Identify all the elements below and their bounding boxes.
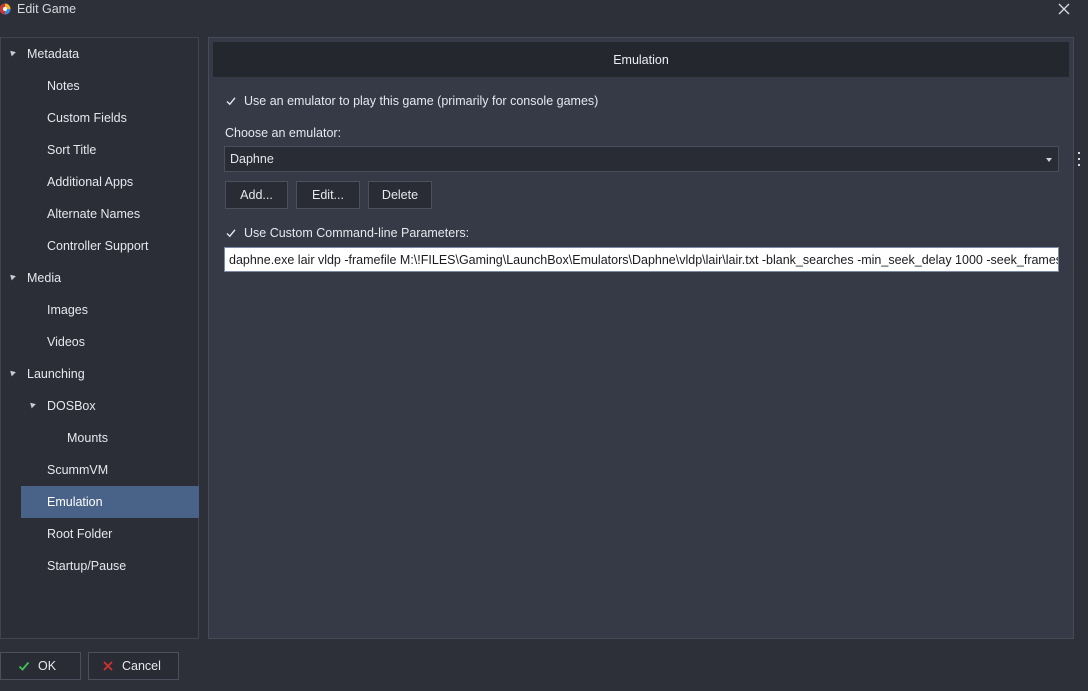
window-title: Edit Game [17, 2, 77, 16]
expand-arrow-icon[interactable] [8, 272, 16, 281]
emulation-panel: Emulation Use an emulator to play this g… [208, 37, 1074, 639]
sidebar-item-label: Alternate Names [47, 207, 141, 221]
sidebar-item-additional-apps[interactable]: Additional Apps [21, 166, 199, 198]
sidebar-item-media[interactable]: Media [1, 262, 198, 294]
sidebar-item-label: Additional Apps [47, 175, 134, 189]
title-bar: Edit Game [0, 0, 1088, 36]
sidebar-item-videos[interactable]: Videos [21, 326, 199, 358]
sidebar-item-startup-pause[interactable]: Startup/Pause [21, 550, 199, 582]
sidebar-item-mounts[interactable]: Mounts [41, 422, 199, 454]
sidebar-item-label: Media [27, 271, 62, 285]
choose-emulator-label: Choose an emulator: [225, 126, 342, 140]
custom-params-checkbox[interactable]: Use Custom Command-line Parameters: [225, 224, 469, 242]
sidebar-item-label: Sort Title [47, 143, 97, 157]
sidebar-item-label: DOSBox [47, 399, 96, 413]
sidebar-item-scummvm[interactable]: ScummVM [21, 454, 199, 486]
sidebar-item-notes[interactable]: Notes [21, 70, 199, 102]
sidebar-item-metadata[interactable]: Metadata [1, 38, 198, 70]
checkmark-icon [225, 227, 237, 239]
sidebar-item-label: Mounts [67, 431, 108, 445]
ok-label: OK [38, 659, 57, 673]
sidebar-item-label: ScummVM [47, 463, 109, 477]
use-emulator-label: Use an emulator to play this game (prima… [244, 94, 599, 108]
cancel-button[interactable]: Cancel [88, 652, 179, 680]
sidebar-item-label: Images [47, 303, 88, 317]
sidebar-item-sort-title[interactable]: Sort Title [21, 134, 199, 166]
sidebar-item-root-folder[interactable]: Root Folder [21, 518, 199, 550]
sidebar-item-label: Controller Support [47, 239, 149, 253]
sidebar-item-emulation[interactable]: Emulation [21, 486, 199, 518]
sidebar-item-launching[interactable]: Launching [1, 358, 198, 390]
close-icon[interactable] [1052, 0, 1076, 20]
expand-arrow-icon[interactable] [8, 48, 16, 57]
edit-game-window: Edit Game Metadata Notes Custom Fields S… [0, 0, 1088, 691]
sidebar-item-label: Emulation [47, 495, 103, 509]
app-icon [0, 3, 11, 15]
sidebar-item-label: Videos [47, 335, 85, 349]
add-emulator-button[interactable]: Add... [225, 181, 288, 209]
sidebar-item-label: Notes [47, 79, 80, 93]
x-icon [103, 661, 113, 671]
emulator-select-value: Daphne [230, 152, 274, 166]
sidebar-item-images[interactable]: Images [21, 294, 199, 326]
cancel-label: Cancel [122, 659, 161, 673]
sidebar-item-label: Startup/Pause [47, 559, 127, 573]
sidebar-item-label: Custom Fields [47, 111, 127, 125]
checkmark-icon [225, 95, 237, 107]
ok-button[interactable]: OK [0, 652, 81, 680]
use-emulator-checkbox[interactable]: Use an emulator to play this game (prima… [225, 92, 598, 110]
sidebar-item-label: Root Folder [47, 527, 113, 541]
emulator-select[interactable]: Daphne [224, 146, 1059, 172]
command-line-params-input[interactable]: daphne.exe lair vldp -framefile M:\!FILE… [224, 247, 1059, 272]
chevron-down-icon [1046, 158, 1052, 162]
sidebar-item-custom-fields[interactable]: Custom Fields [21, 102, 199, 134]
sidebar-item-controller-support[interactable]: Controller Support [21, 230, 199, 262]
check-icon [18, 661, 30, 671]
sidebar-nav: Metadata Notes Custom Fields Sort Title … [0, 37, 199, 639]
expand-arrow-icon[interactable] [28, 400, 36, 409]
expand-arrow-icon[interactable] [8, 368, 16, 377]
sidebar-item-dosbox[interactable]: DOSBox [21, 390, 199, 422]
edit-emulator-button[interactable]: Edit... [296, 181, 360, 209]
scroll-indicator [1078, 152, 1081, 166]
custom-params-label: Use Custom Command-line Parameters: [244, 226, 470, 240]
sidebar-item-alternate-names[interactable]: Alternate Names [21, 198, 199, 230]
panel-header: Emulation [213, 42, 1069, 77]
sidebar-item-label: Launching [27, 367, 85, 381]
delete-emulator-button[interactable]: Delete [368, 181, 432, 209]
sidebar-item-label: Metadata [27, 47, 80, 61]
